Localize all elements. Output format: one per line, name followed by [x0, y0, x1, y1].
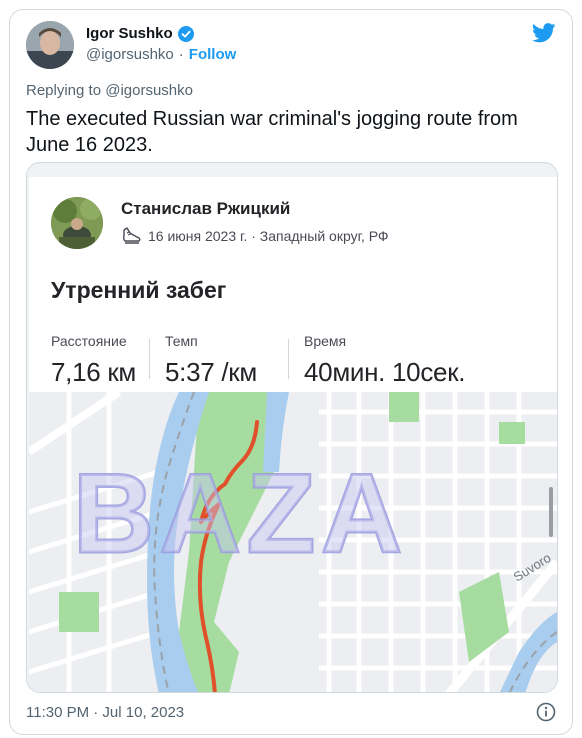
tweet-media[interactable]: Станислав Ржицкий 16 июня 2023 г. · Запа…: [26, 162, 558, 693]
author-name-row: Igor Sushko: [86, 25, 194, 42]
stat-value: 7,16 км: [51, 357, 136, 387]
replying-to[interactable]: Replying to @igorsushko: [26, 82, 193, 99]
stat-divider: [149, 339, 150, 379]
author-handle-row: @igorsushko · Follow: [86, 46, 236, 63]
route-map: BAZA BAZA Suvoro: [29, 392, 557, 692]
separator-dot: ·: [178, 46, 184, 63]
scroll-indicator[interactable]: [549, 487, 553, 537]
tweet-card: Igor Sushko @igorsushko · Follow Replyin…: [9, 9, 573, 735]
svg-text:BAZA: BAZA: [73, 451, 408, 576]
stat-label: Темп: [165, 333, 198, 349]
stat-value: 5:37 /км: [165, 357, 257, 387]
stat-label: Расстояние: [51, 333, 127, 349]
stat-time: Время 40мин. 10сек.: [304, 333, 466, 388]
map-graphic: BAZA BAZA Suvoro: [29, 392, 557, 692]
stat-distance: Расстояние 7,16 км: [51, 333, 136, 388]
run-meta-text: 16 июня 2023 г. · Западный округ, РФ: [148, 228, 389, 244]
author-name[interactable]: Igor Sushko: [86, 25, 173, 42]
runner-avatar: [51, 197, 103, 249]
tweet-text: The executed Russian war criminal's jogg…: [26, 108, 518, 156]
info-icon[interactable]: [536, 702, 556, 722]
runner-name: Станислав Ржицкий: [121, 199, 291, 218]
activity-screenshot: Станислав Ржицкий 16 июня 2023 г. · Запа…: [27, 163, 557, 692]
run-title: Утренний забег: [51, 277, 227, 303]
stat-value: 40мин. 10сек.: [304, 357, 466, 387]
stat-divider: [288, 339, 289, 379]
verified-badge-icon: [177, 25, 194, 42]
run-meta: 16 июня 2023 г. · Западный округ, РФ: [121, 227, 389, 245]
follow-button[interactable]: Follow: [189, 46, 237, 63]
stat-pace: Темп 5:37 /км: [165, 333, 257, 388]
baza-watermark: BAZA BAZA: [72, 450, 408, 578]
stat-label: Время: [304, 333, 347, 349]
author-avatar[interactable]: [26, 21, 74, 69]
tweet-timestamp[interactable]: 11:30 PM · Jul 10, 2023: [26, 704, 184, 721]
twitter-bird-icon[interactable]: [532, 23, 556, 43]
activity-card: Станислав Ржицкий 16 июня 2023 г. · Запа…: [29, 177, 557, 692]
author-handle[interactable]: @igorsushko: [86, 46, 174, 63]
running-shoe-icon: [122, 227, 141, 244]
